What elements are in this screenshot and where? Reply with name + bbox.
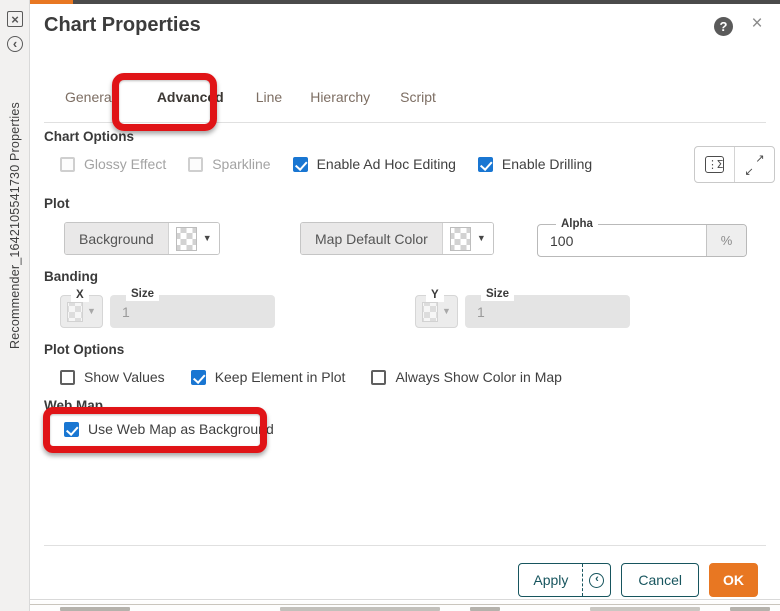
tab-hierarchy[interactable]: Hierarchy (310, 89, 370, 105)
tab-general[interactable]: General (65, 89, 115, 105)
checkbox-label: Glossy Effect (84, 156, 166, 172)
checkbox-icon (188, 157, 203, 172)
ok-button[interactable]: OK (709, 563, 758, 597)
background-label: Background (65, 223, 169, 254)
banding-x-size-label: Size (126, 287, 159, 301)
page-title: Chart Properties (44, 14, 201, 37)
banding-y-label: Y (426, 288, 444, 302)
checkbox-always-show-color-in-map[interactable]: Always Show Color in Map (371, 369, 562, 385)
help-icon[interactable]: ? (714, 17, 733, 36)
annotation-use-web-map-checkbox (43, 407, 267, 453)
checkbox-icon[interactable] (60, 370, 75, 385)
checkbox-label: Always Show Color in Map (395, 369, 562, 385)
checkbox-label: Sparkline (212, 156, 270, 172)
checkbox-label: Show Values (84, 369, 165, 385)
background-page-edge (30, 604, 780, 605)
background-color-value[interactable]: ▼ (169, 223, 219, 254)
plot-options-row: Show Values Keep Element in Plot Always … (60, 369, 562, 385)
section-heading-chart-options: Chart Options (44, 129, 134, 144)
cancel-button[interactable]: Cancel (621, 563, 699, 597)
checkbox-keep-element-in-plot[interactable]: Keep Element in Plot (191, 369, 346, 385)
footer-buttons: Apply ‹ Cancel OK (518, 563, 758, 597)
checkbox-show-values[interactable]: Show Values (60, 369, 165, 385)
checkbox-glossy-effect: Glossy Effect (60, 156, 166, 172)
section-heading-plot-options: Plot Options (44, 342, 124, 357)
section-heading-plot: Plot (44, 196, 70, 211)
apply-button[interactable]: Apply ‹ (518, 563, 611, 597)
checkbox-label: Enable Drilling (502, 156, 592, 172)
chevron-down-icon: ▼ (203, 234, 212, 243)
tab-script[interactable]: Script (400, 89, 436, 105)
alpha-field: Alpha % (537, 224, 747, 257)
checkbox-label: Keep Element in Plot (215, 369, 346, 385)
checkbox-enable-ad-hoc-editing[interactable]: Enable Ad Hoc Editing (293, 156, 456, 172)
checkbox-label: Enable Ad Hoc Editing (317, 156, 456, 172)
expand-dialog-button[interactable]: ↗ ↙ (734, 147, 774, 182)
apply-label[interactable]: Apply (519, 572, 582, 588)
tab-line[interactable]: Line (256, 89, 282, 105)
map-default-color-label: Map Default Color (301, 223, 443, 254)
transparent-color-swatch-icon (176, 227, 197, 251)
background-page-strip (30, 601, 780, 611)
banding-y-size-label: Size (481, 287, 514, 301)
expression-button[interactable]: ⋮Σ (695, 147, 734, 182)
sigma-expression-icon: ⋮Σ (705, 156, 724, 173)
checkbox-icon (60, 157, 75, 172)
map-default-color-value[interactable]: ▼ (443, 223, 493, 254)
checkbox-enable-drilling[interactable]: Enable Drilling (478, 156, 592, 172)
banding-y-color-dropdown: Y ▼ (415, 295, 458, 328)
panel-title-wrap: Recommender_1642105541730 Properties (0, 55, 30, 395)
annotation-advanced-tab (112, 73, 217, 131)
section-heading-banding: Banding (44, 269, 98, 284)
apply-history-button[interactable]: ‹ (582, 564, 610, 596)
banding-y-size-field: Size (465, 295, 630, 328)
checkbox-icon[interactable] (478, 157, 493, 172)
panel-close-icon[interactable]: × (7, 11, 23, 27)
transparent-color-swatch-icon (450, 227, 471, 251)
background-color-picker[interactable]: Background ▼ (64, 222, 220, 255)
checkbox-icon[interactable] (293, 157, 308, 172)
circled-chevron-left-icon: ‹ (589, 573, 604, 588)
expand-icon: ↗ ↙ (747, 157, 763, 173)
checkbox-sparkline: Sparkline (188, 156, 270, 172)
panel-collapse-icon[interactable]: ‹ (7, 36, 23, 52)
dialog-tool-buttons: ⋮Σ ↗ ↙ (694, 146, 775, 183)
chevron-down-icon: ▼ (477, 234, 486, 243)
alpha-field-label: Alpha (556, 217, 598, 231)
transparent-color-swatch-icon (422, 302, 438, 322)
chevron-down-icon: ▼ (87, 307, 96, 316)
banding-x-label: X (71, 288, 89, 302)
transparent-color-swatch-icon (67, 302, 83, 322)
chart-options-row: Glossy Effect Sparkline Enable Ad Hoc Ed… (60, 156, 592, 172)
alpha-percent-suffix: % (706, 225, 746, 256)
close-icon[interactable]: × (746, 13, 768, 35)
banding-x-size-field: Size (110, 295, 275, 328)
banding-x-color-dropdown: X ▼ (60, 295, 103, 328)
screen: × ‹ Recommender_1642105541730 Properties… (0, 0, 780, 611)
panel-vertical-title: Recommender_1642105541730 Properties (8, 102, 22, 349)
properties-side-panel: × ‹ Recommender_1642105541730 Properties (0, 0, 30, 611)
footer-divider (44, 545, 766, 546)
checkbox-icon[interactable] (371, 370, 386, 385)
checkbox-icon[interactable] (191, 370, 206, 385)
chevron-down-icon: ▼ (442, 307, 451, 316)
map-default-color-picker[interactable]: Map Default Color ▼ (300, 222, 494, 255)
